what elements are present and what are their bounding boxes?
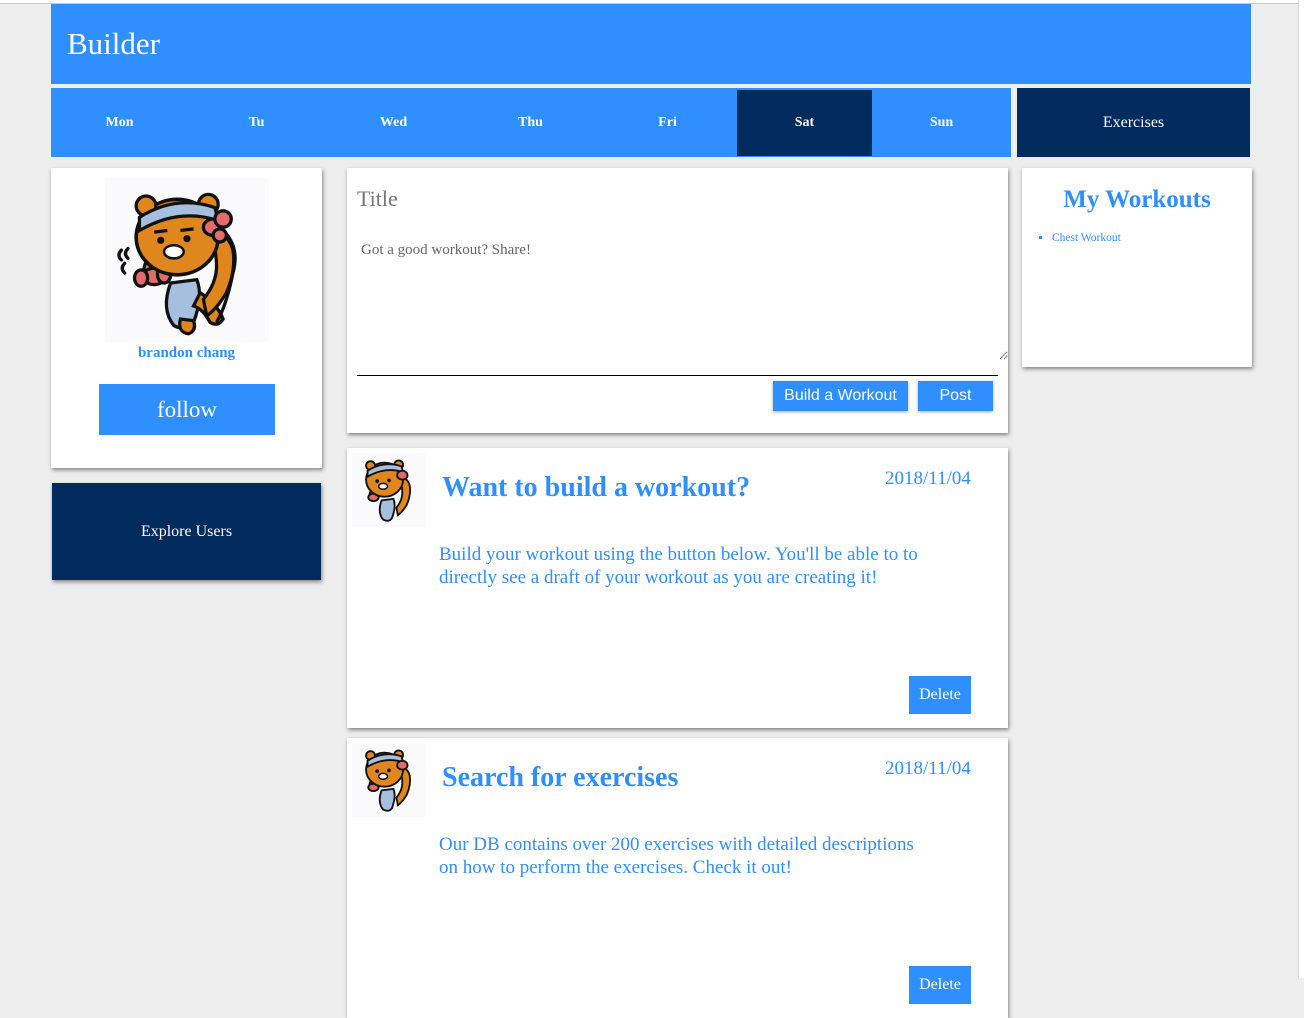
tab-tu[interactable]: Tu <box>189 90 324 156</box>
post-date: 2018/11/04 <box>885 758 971 779</box>
post-body: Our DB contains over 200 exercises with … <box>439 834 914 878</box>
exercises-button[interactable]: Exercises <box>1017 88 1250 157</box>
post-body: Build your workout using the button belo… <box>439 544 918 588</box>
tab-thu[interactable]: Thu <box>463 90 598 156</box>
window-right-edge <box>1298 0 1304 978</box>
follow-button[interactable]: follow <box>99 384 275 435</box>
delete-button[interactable]: Delete <box>909 676 971 714</box>
composer-divider <box>357 375 998 376</box>
post-card: Search for exercises 2018/11/04 Our DB c… <box>347 738 1008 1018</box>
explore-users-button[interactable]: Explore Users <box>52 483 321 580</box>
tab-fri[interactable]: Fri <box>600 90 735 156</box>
my-workouts-title: My Workouts <box>1063 186 1211 213</box>
delete-button[interactable]: Delete <box>909 966 971 1004</box>
app-title[interactable]: Builder <box>67 26 160 62</box>
tab-sat[interactable]: Sat <box>737 90 872 156</box>
post-title-input[interactable] <box>357 182 997 216</box>
username[interactable]: brandon chang <box>51 345 322 362</box>
tab-sun[interactable]: Sun <box>874 90 1009 156</box>
post-composer: Build a Workout Post <box>347 168 1008 433</box>
post-title: Search for exercises <box>442 762 679 793</box>
post-date: 2018/11/04 <box>885 468 971 489</box>
workout-list: Chest Workout <box>1052 232 1121 244</box>
tab-wed[interactable]: Wed <box>326 90 461 156</box>
app-header: Builder <box>51 4 1251 84</box>
workout-item[interactable]: Chest Workout <box>1052 232 1121 244</box>
profile-card: brandon chang follow <box>51 168 322 468</box>
post-title: Want to build a workout? <box>442 472 751 503</box>
post-card: Want to build a workout? 2018/11/04 Buil… <box>347 448 1008 728</box>
avatar <box>105 178 269 342</box>
avatar <box>352 453 426 527</box>
tab-mon[interactable]: Mon <box>52 90 187 156</box>
post-body-textarea[interactable] <box>357 232 1008 360</box>
my-workouts-card: My Workouts Chest Workout <box>1022 168 1252 367</box>
day-tabs: Mon Tu Wed Thu Fri Sat Sun <box>51 88 1011 157</box>
avatar <box>352 743 426 817</box>
post-button[interactable]: Post <box>918 381 993 411</box>
build-workout-button[interactable]: Build a Workout <box>773 381 908 411</box>
